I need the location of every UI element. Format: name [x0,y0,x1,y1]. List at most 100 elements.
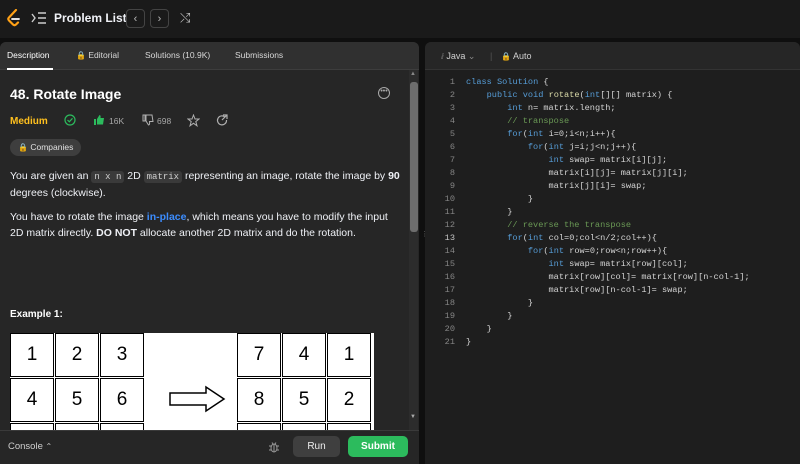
line-number: 19 [444,311,455,321]
thumbs-down-icon[interactable] [142,114,154,129]
code-line: } [466,311,513,321]
run-button[interactable]: Run [293,436,340,457]
action-bar: Console ⌃ Run Submit [0,430,419,464]
code-token: row=0;row<n;row++){ [569,246,668,256]
code-token: matrix[i][j]= matrix[j][i]; [548,168,688,178]
line-number: 7 [449,155,455,165]
inline-code-matrix: matrix [143,171,183,183]
code-line: matrix[j][i]= swap; [466,181,647,191]
code-token: i=0;i<n;i++){ [548,129,616,139]
code-line: // reverse the transpose [466,220,631,230]
output-cell: 1 [327,333,371,377]
code-line: } [466,337,472,347]
line-number: 8 [449,168,455,178]
auto-mode-toggle[interactable]: 🔒 Auto [501,51,532,61]
line-number: 2 [449,90,455,100]
problem-list-link[interactable]: Problem List [54,11,127,25]
tab-description[interactable]: Description [7,50,50,60]
input-cell: 6 [100,378,144,422]
likes-count: 16K [109,116,125,126]
companies-label: Companies [30,142,74,152]
code-editor-panel: ⅈ Java ⌄ | 🔒 Auto 1 2 3 4 5 6 7 8 9 10 1… [425,42,800,464]
line-number: 11 [444,207,455,217]
code-token: int [507,103,523,113]
input-cell: 4 [10,378,54,422]
line-number: 14 [444,246,455,256]
line-number: 1 [449,77,455,87]
output-cell: 4 [282,333,326,377]
lock-icon: 🔒 [18,143,28,152]
problem-paragraph-2: You have to rotate the image in-place, w… [10,209,402,241]
code-line: } [466,194,534,204]
output-cell: 9 [237,423,281,430]
code-token: int [527,233,544,243]
code-token: int [527,129,544,139]
line-number: 12 [444,220,455,230]
code-comment: // transpose [507,116,570,126]
in-place-link[interactable]: in-place [147,211,187,223]
inline-code-n-x-n: n x n [91,171,125,183]
thumbs-up-icon[interactable] [93,114,105,129]
star-icon[interactable] [186,113,201,130]
tab-solutions[interactable]: Solutions (10.9K) [145,50,210,60]
scroll-up-icon[interactable]: ▲ [410,71,416,77]
code-token: for [507,129,523,139]
code-line: matrix[i][j]= matrix[j][i]; [466,168,688,178]
prev-problem-button[interactable]: ‹ [126,9,145,28]
code-comment: // reverse the transpose [507,220,632,230]
lock-icon: 🔒 [501,52,511,61]
description-content[interactable]: 48. Rotate Image ••• Medium 16K 698 🔒 Co… [0,70,408,430]
code-token: matrix[row][col]= matrix[row][n-col-1]; [548,272,750,282]
share-icon[interactable] [216,114,228,129]
output-cell: 6 [282,423,326,430]
submit-button[interactable]: Submit [348,436,408,457]
chevron-down-icon: ⌄ [467,51,476,61]
input-cell: 9 [100,423,144,430]
language-selector[interactable]: ⅈ Java ⌄ [441,51,475,62]
line-number: 16 [444,272,455,282]
code-token: int [548,259,564,269]
code-token: int [548,142,565,152]
tab-editorial[interactable]: 🔒 Editorial [76,50,119,60]
code-area[interactable]: 1 2 3 4 5 6 7 8 9 10 11 12 13 14 15 16 1… [425,74,800,464]
input-cell: 1 [10,333,54,377]
difficulty-badge: Medium [10,116,48,127]
code-token: swap= matrix[row][col]; [569,259,688,269]
code-line: } [466,207,513,217]
more-options-icon[interactable]: ••• [378,87,390,99]
next-problem-button[interactable]: › [150,9,169,28]
problem-list-icon[interactable] [31,11,47,25]
description-panel: Description 🔒 Editorial Solutions (10.9K… [0,42,419,430]
line-number: 6 [449,142,455,152]
code-line: // transpose [466,116,569,126]
shuffle-icon[interactable]: ⤭ [180,10,194,25]
console-toggle[interactable]: Console ⌃ [8,441,52,452]
companies-tag[interactable]: 🔒 Companies [10,139,82,156]
line-number: 9 [449,181,455,191]
text-span: You are given an [10,170,92,182]
code-line: int n= matrix.length; [466,103,615,113]
chevron-right-icon: › [157,12,162,25]
code-token: rotate [548,90,580,100]
text-span: representing an image, rotate the image … [182,170,389,182]
output-cell: 7 [237,333,281,377]
input-cell: 7 [10,423,54,430]
line-number: 10 [444,194,455,204]
problem-title: 48. Rotate Image [10,86,122,102]
code-token: Solution [496,77,539,87]
debug-bug-icon[interactable] [268,441,280,453]
code-token: for [527,142,544,152]
lock-icon: 🔒 [76,51,86,60]
input-cell: 3 [100,333,144,377]
line-number: 17 [444,285,455,295]
bold-text: DO NOT [96,227,137,239]
line-number: 20 [444,324,455,334]
description-scrollbar-thumb[interactable] [410,82,418,232]
code-line: for(int i=0;i<n;i++){ [507,129,616,139]
leetcode-logo-icon[interactable] [6,9,22,29]
tab-submissions[interactable]: Submissions [235,50,283,60]
line-number: 3 [449,103,455,113]
code-token: j=i;j<n;j++){ [569,142,637,152]
scroll-down-icon[interactable]: ▼ [410,414,416,420]
text-span: degrees (clockwise). [10,187,106,199]
